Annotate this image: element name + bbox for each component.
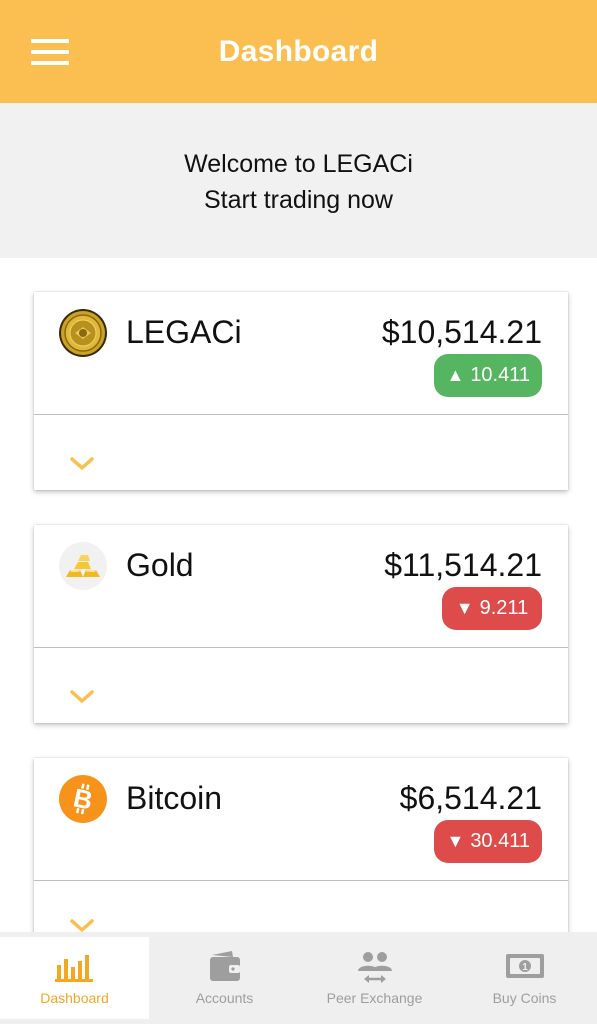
- nav-label: Accounts: [195, 990, 254, 1006]
- wallet-icon: [209, 951, 240, 981]
- legaci-coin-icon: [59, 309, 107, 357]
- chevron-down-icon: [70, 457, 94, 470]
- nav-peer-exchange[interactable]: Peer Exchange: [300, 937, 449, 1019]
- bar-chart-icon: [54, 955, 93, 982]
- coin-name: Gold: [126, 547, 194, 583]
- nav-dashboard[interactable]: Dashboard: [0, 937, 149, 1019]
- peer-exchange-icon: [357, 952, 392, 983]
- nav-label: Buy Coins: [492, 990, 557, 1006]
- triangle-up-icon: ▲: [446, 365, 465, 385]
- nav-accounts[interactable]: Accounts: [150, 937, 299, 1019]
- top-app-bar: Dashboard: [0, 0, 597, 103]
- coin-name: LEGACi: [126, 314, 242, 350]
- coin-card-summary[interactable]: Gold $11,514.21 ▼ 9.211: [34, 525, 568, 647]
- coin-price: $6,514.21: [399, 780, 542, 816]
- coin-price: $11,514.21: [384, 547, 542, 583]
- bitcoin-icon: B: [59, 775, 107, 823]
- triangle-down-icon: ▼: [455, 598, 474, 618]
- app-screen: Dashboard Welcome to LEGACi Start tradin…: [0, 0, 597, 1024]
- hamburger-menu-icon: [31, 39, 69, 65]
- card-divider: [34, 880, 568, 881]
- coin-card-gold: Gold $11,514.21 ▼ 9.211: [34, 525, 568, 723]
- coin-card-legaci: LEGACi $10,514.21 ▲ 10.411: [34, 292, 568, 490]
- price-change-badge: ▲ 10.411: [434, 354, 542, 397]
- coin-card-summary[interactable]: B Bitcoin $6,514.21 ▼ 30.411: [34, 758, 568, 880]
- price-change-value: 9.211: [479, 597, 529, 619]
- price-change-badge: ▼ 30.411: [434, 820, 542, 863]
- price-change-badge: ▼ 9.211: [442, 587, 542, 630]
- nav-buy-coins[interactable]: 1 Buy Coins: [450, 937, 597, 1019]
- welcome-heading: Welcome to LEGACi: [184, 150, 413, 178]
- expand-button[interactable]: [66, 681, 98, 713]
- card-divider: [34, 647, 568, 648]
- expand-button[interactable]: [66, 448, 98, 480]
- menu-button[interactable]: [22, 30, 78, 74]
- bottom-navigation: Dashboard Accounts Peer Exchange 1 Buy C…: [0, 932, 597, 1024]
- card-divider: [34, 414, 568, 415]
- coin-card-summary[interactable]: LEGACi $10,514.21 ▲ 10.411: [34, 292, 568, 414]
- nav-label: Dashboard: [40, 990, 109, 1006]
- banknote-icon: 1: [505, 954, 544, 978]
- triangle-down-icon: ▼: [446, 831, 465, 851]
- price-change-value: 10.411: [470, 364, 530, 386]
- svg-text:1: 1: [522, 962, 528, 973]
- gold-bars-icon: [59, 542, 107, 590]
- coin-card-bitcoin: B Bitcoin $6,514.21 ▼ 30.411: [34, 758, 568, 956]
- nav-label: Peer Exchange: [326, 990, 423, 1006]
- coin-name: Bitcoin: [126, 780, 223, 816]
- page-title: Dashboard: [218, 35, 379, 68]
- price-change-value: 30.411: [470, 830, 530, 852]
- chevron-down-icon: [70, 690, 94, 703]
- welcome-banner: Welcome to LEGACi Start trading now: [0, 103, 597, 258]
- welcome-subheading: Start trading now: [204, 186, 393, 214]
- coin-price: $10,514.21: [381, 314, 542, 350]
